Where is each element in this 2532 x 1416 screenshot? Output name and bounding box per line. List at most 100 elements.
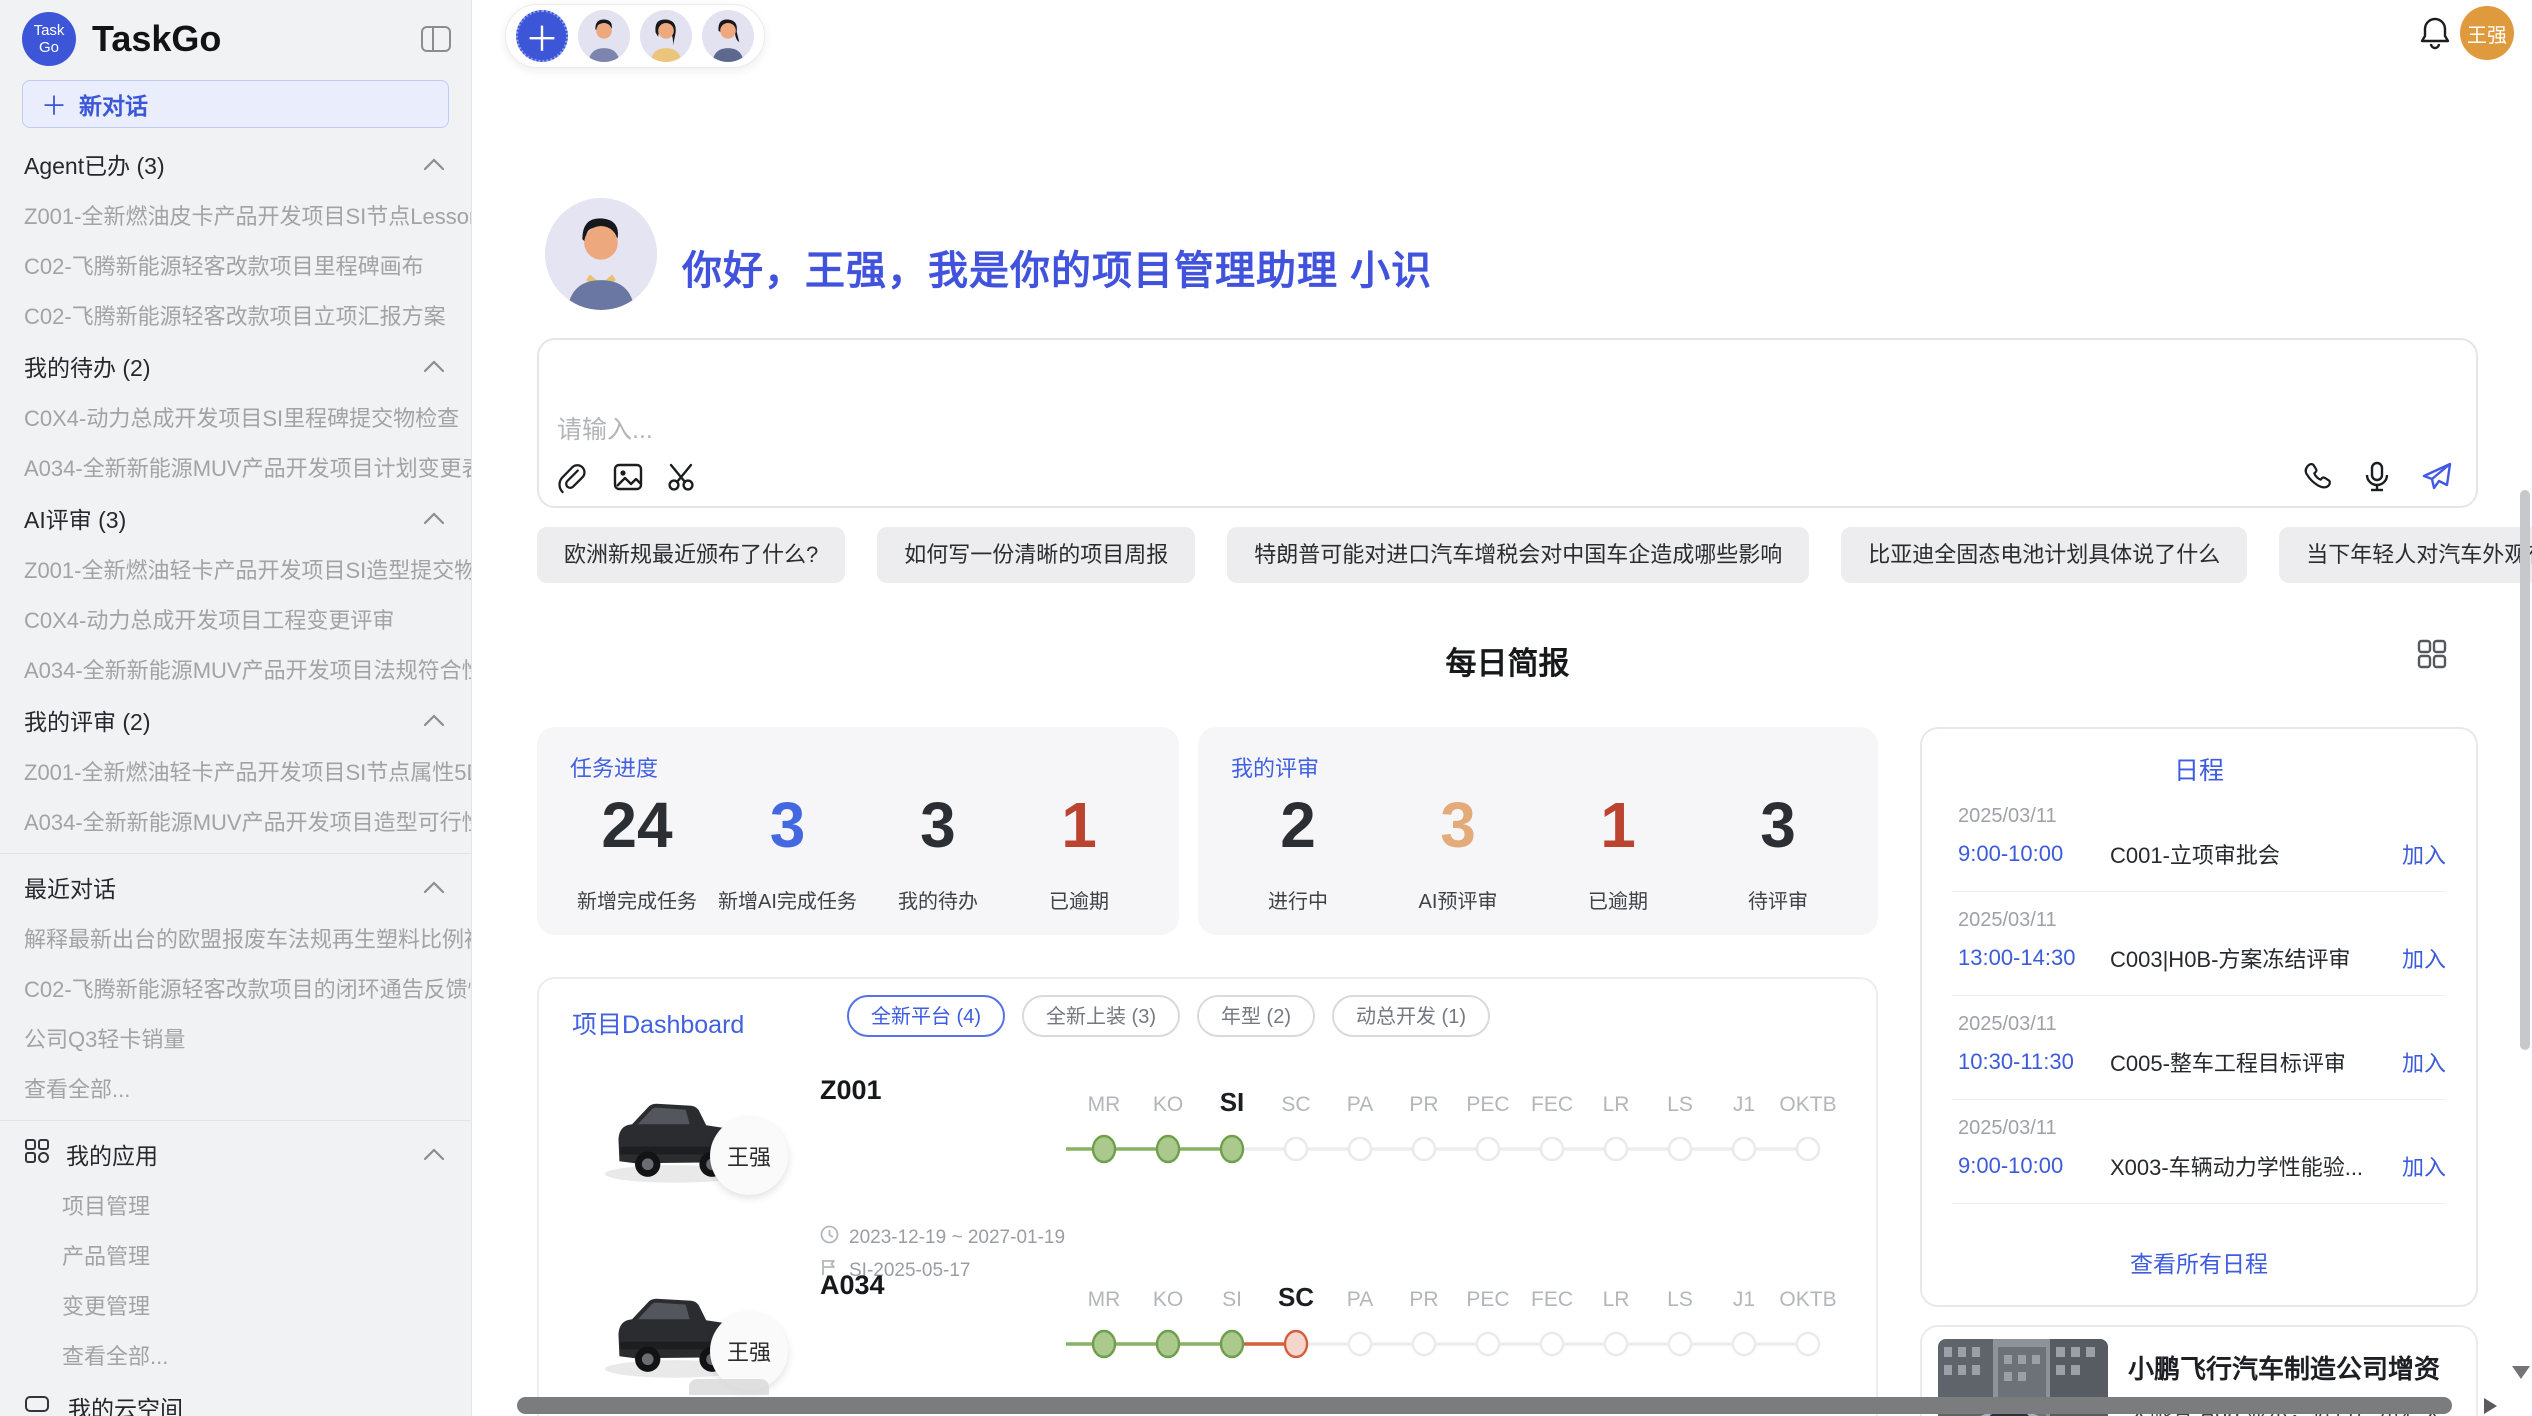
- stat: 2进行中: [1238, 789, 1358, 914]
- vertical-scrollbar-thumb[interactable]: [2520, 490, 2530, 1050]
- task-list-item[interactable]: Z001-全新燃油皮卡产品开发项目SI节点Lesson Learn报告: [0, 190, 471, 240]
- dashboard-filter[interactable]: 年型 (2): [1197, 995, 1315, 1037]
- task-list-item[interactable]: C02-飞腾新能源轻客改款项目里程碑画布: [0, 240, 471, 290]
- divider: [1952, 995, 2446, 996]
- image-icon[interactable]: [611, 460, 645, 494]
- task-list-item[interactable]: C0X4-动力总成开发项目工程变更评审: [0, 594, 471, 644]
- join-link[interactable]: 加入: [2402, 838, 2446, 870]
- stat: 3新增AI完成任务: [718, 789, 857, 914]
- divider: [0, 853, 471, 854]
- join-link[interactable]: 加入: [2402, 942, 2446, 974]
- event-line: 9:00-10:00C001-立项审批会加入: [1958, 838, 2446, 870]
- section-title: Agent已办 (3): [24, 147, 165, 181]
- app-item[interactable]: 查看全部...: [0, 1330, 471, 1380]
- event-line: 13:00-14:30C003|H0B-方案冻结评审加入: [1958, 942, 2446, 974]
- send-icon[interactable]: [2420, 460, 2454, 494]
- dashboard-filter[interactable]: 动总开发 (1): [1332, 995, 1490, 1037]
- recent-chat-item[interactable]: 解释最新出台的欧盟报废车法规再生塑料比例被调至15%...: [0, 913, 471, 963]
- event-date: 2025/03/11: [1958, 1013, 2446, 1036]
- project-code: Z001: [820, 1075, 882, 1106]
- section-header[interactable]: 最近对话: [0, 861, 471, 913]
- app-item[interactable]: 产品管理: [0, 1230, 471, 1280]
- section-header[interactable]: AI评审 (3): [0, 492, 471, 544]
- app-item[interactable]: 项目管理: [0, 1180, 471, 1230]
- section-title: 我的评审 (2): [24, 703, 151, 737]
- section-header[interactable]: 我的应用: [0, 1128, 471, 1180]
- app-item[interactable]: 变更管理: [0, 1280, 471, 1330]
- section-header[interactable]: Agent已办 (3): [0, 138, 471, 190]
- section-header[interactable]: 我的待办 (2): [0, 340, 471, 392]
- sidebar-link-label: 我的云空间: [68, 1390, 183, 1416]
- briefing-card-title: 任务进度: [570, 751, 658, 783]
- section-header-label: Agent已办 (3): [24, 147, 165, 181]
- briefing-title: 每日简报: [537, 638, 2478, 683]
- agent-avatar-2[interactable]: [640, 10, 692, 62]
- sidebar-collapse-icon[interactable]: [421, 26, 451, 52]
- suggestion-chip[interactable]: 欧洲新规最近颁布了什么?: [537, 527, 845, 583]
- scroll-right-arrow[interactable]: [2484, 1398, 2497, 1414]
- svg-text:LR: LR: [1603, 1093, 1630, 1116]
- stat-label: AI预评审: [1398, 885, 1518, 914]
- scissors-icon[interactable]: [665, 460, 699, 494]
- join-link[interactable]: 加入: [2402, 1150, 2446, 1182]
- event-line: 10:30-11:30C005-整车工程目标评审加入: [1958, 1046, 2446, 1078]
- section-header[interactable]: 我的评审 (2): [0, 694, 471, 746]
- suggestion-chip[interactable]: 当下年轻人对汽车外观有怎样的喜好趋势: [2279, 527, 2532, 583]
- user-avatar[interactable]: 王强: [2460, 6, 2514, 60]
- stat-label: 待评审: [1718, 885, 1838, 914]
- sidebar-body: Agent已办 (3) Z001-全新燃油皮卡产品开发项目SI节点Lesson L…: [0, 138, 471, 1416]
- cloud-space-icon: [24, 1391, 50, 1416]
- svg-text:SC: SC: [1281, 1093, 1310, 1116]
- briefing-card-title: 我的评审: [1231, 751, 1319, 783]
- stat: 3 AI预评审: [1398, 789, 1518, 914]
- task-list-item[interactable]: A034-全新新能源MUV产品开发项目法规符合性评审: [0, 644, 471, 694]
- dashboard-filter[interactable]: 全新平台 (4): [847, 995, 1005, 1037]
- svg-text:OKTB: OKTB: [1779, 1093, 1836, 1116]
- dashboard-filter[interactable]: 全新上装 (3): [1022, 995, 1180, 1037]
- event-name: X003-车辆动力学性能验...: [2110, 1150, 2402, 1182]
- suggestion-chips: 欧洲新规最近颁布了什么? 如何写一份清晰的项目周报特朗普可能对进口汽车增税会对中国…: [537, 527, 2532, 583]
- svg-text:OKTB: OKTB: [1779, 1288, 1836, 1311]
- svg-text:KO: KO: [1153, 1093, 1183, 1116]
- apps-grid-icon: [24, 1138, 50, 1170]
- logo-text-top: Task: [34, 22, 65, 39]
- suggestion-chip[interactable]: 比亚迪全固态电池计划具体说了什么: [1841, 527, 2247, 583]
- chat-input[interactable]: 请输入...: [537, 338, 2478, 508]
- recent-chat-item[interactable]: 查看全部...: [0, 1063, 471, 1113]
- notification-bell-icon[interactable]: [2420, 16, 2450, 50]
- stat-value: 3: [1398, 789, 1518, 861]
- plus-icon: ＋: [41, 86, 67, 123]
- view-all-schedule-link[interactable]: 查看所有日程: [1922, 1245, 2476, 1279]
- task-list-item[interactable]: A034-全新新能源MUV产品开发项目造型可行性评审: [0, 796, 471, 846]
- agent-avatar-1[interactable]: [578, 10, 630, 62]
- sidebar-link-cloud-space[interactable]: 我的云空间: [0, 1380, 471, 1416]
- recent-chat-item[interactable]: 公司Q3轻卡销量: [0, 1013, 471, 1063]
- recent-chat-item[interactable]: C02-飞腾新能源轻客改款项目的闭环通告反馈情况: [0, 963, 471, 1013]
- stat-row: 2进行中3AI预评审1已逾期3待评审: [1238, 789, 1838, 914]
- add-agent-button[interactable]: ＋: [516, 10, 568, 62]
- event-name: C003|H0B-方案冻结评审: [2110, 942, 2402, 974]
- clock-icon: [820, 1225, 839, 1250]
- briefing-card: 任务进度24新增完成任务3新增AI完成任务3我的待办1已逾期: [537, 727, 1179, 935]
- new-chat-button[interactable]: ＋ 新对话: [22, 80, 449, 128]
- scroll-down-arrow[interactable]: [2512, 1366, 2530, 1379]
- agent-avatar-3[interactable]: [702, 10, 754, 62]
- task-list-item[interactable]: C0X4-动力总成开发项目SI里程碑提交物检查: [0, 392, 471, 442]
- microphone-icon[interactable]: [2360, 460, 2394, 494]
- project-row[interactable]: 王强Z0012023-12-19 ~ 2027-01-19SI-2025-05-…: [539, 1077, 1878, 1272]
- task-list-item[interactable]: Z001-全新燃油轻卡产品开发项目SI节点属性5D文件评审: [0, 746, 471, 796]
- svg-text:PR: PR: [1409, 1288, 1438, 1311]
- briefing-layout-icon[interactable]: [2416, 638, 2448, 670]
- task-list-item[interactable]: A034-全新新能源MUV产品开发项目计划变更表编写: [0, 442, 471, 492]
- task-list-item[interactable]: Z001-全新燃油轻卡产品开发项目SI造型提交物评审: [0, 544, 471, 594]
- join-link[interactable]: 加入: [2402, 1046, 2446, 1078]
- stat-value: 1: [1019, 789, 1139, 861]
- suggestion-chip[interactable]: 特朗普可能对进口汽车增税会对中国车企造成哪些影响: [1227, 527, 1809, 583]
- svg-text:J1: J1: [1733, 1093, 1755, 1116]
- suggestion-chip[interactable]: 如何写一份清晰的项目周报: [877, 527, 1195, 583]
- horizontal-scrollbar-thumb[interactable]: [517, 1397, 2452, 1414]
- attachment-icon[interactable]: [557, 460, 591, 494]
- phone-icon[interactable]: [2300, 460, 2334, 494]
- event-date: 2025/03/11: [1958, 909, 2446, 932]
- task-list-item[interactable]: C02-飞腾新能源轻客改款项目立项汇报方案: [0, 290, 471, 340]
